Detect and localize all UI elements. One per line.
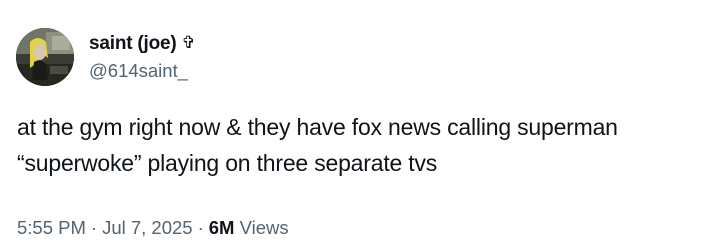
tweet-date[interactable]: Jul 7, 2025 — [102, 217, 193, 238]
meta-separator: · — [90, 217, 98, 238]
tweet-card: saint (joe) ✞ @614saint_ at the gym right… — [0, 0, 716, 249]
meta-separator: · — [197, 217, 204, 238]
views-label[interactable]: Views — [240, 217, 289, 238]
tweet-meta: 5:55 PM · Jul 7, 2025 · 6M Views — [17, 216, 289, 240]
tweet-text: at the gym right now & they have fox new… — [17, 109, 707, 181]
tweet-text-line: “superwoke” playing on three separate tv… — [17, 150, 438, 176]
avatar[interactable] — [16, 28, 74, 86]
tweet-text-line: at the gym right now & they have fox new… — [17, 114, 618, 140]
display-name-text: saint (joe) — [89, 33, 177, 54]
author-display-name[interactable]: saint (joe) ✞ — [89, 33, 196, 55]
cross-icon: ✞ — [181, 33, 196, 52]
tweet-time[interactable]: 5:55 PM — [17, 217, 86, 238]
avatar-image — [16, 28, 74, 86]
author-handle[interactable]: @614saint_ — [89, 60, 188, 82]
views-count[interactable]: 6M — [209, 217, 235, 238]
